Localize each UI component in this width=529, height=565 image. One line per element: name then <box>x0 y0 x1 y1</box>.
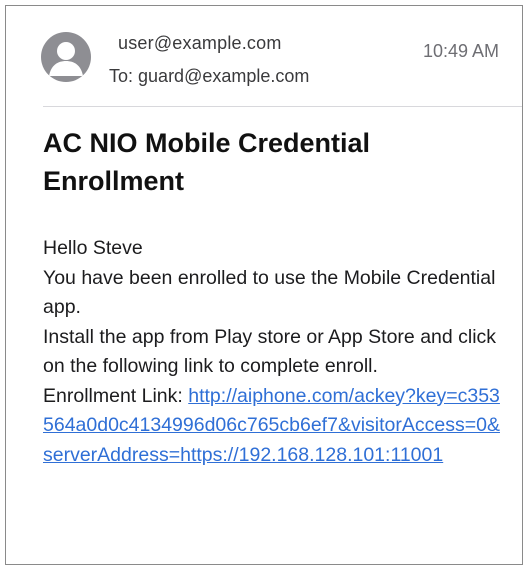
avatar[interactable] <box>41 32 91 82</box>
body-line-enrolled: You have been enrolled to use the Mobile… <box>43 266 496 319</box>
header-divider <box>43 106 522 107</box>
recipient-line: To: guard@example.com <box>109 66 309 87</box>
body-line-install: Install the app from Play store or App S… <box>43 325 497 378</box>
recipient-address[interactable]: guard@example.com <box>138 66 309 86</box>
sender-address[interactable]: user@example.com <box>118 33 282 54</box>
timestamp: 10:49 AM <box>422 41 499 61</box>
email-subject: AC NIO Mobile Credential Enrollment <box>43 128 371 196</box>
email-body: Hello Steve You have been enrolled to us… <box>43 234 508 470</box>
enrollment-link-line: Enrollment Link: http://aiphone.com/acke… <box>43 382 508 471</box>
person-avatar-icon <box>49 42 83 76</box>
greeting-text: Hello Steve <box>43 237 143 259</box>
enrollment-link-label: Enrollment Link: <box>43 384 183 407</box>
to-label: To: <box>109 66 134 86</box>
email-message-view: user@example.com To: guard@example.com 1… <box>5 5 523 565</box>
